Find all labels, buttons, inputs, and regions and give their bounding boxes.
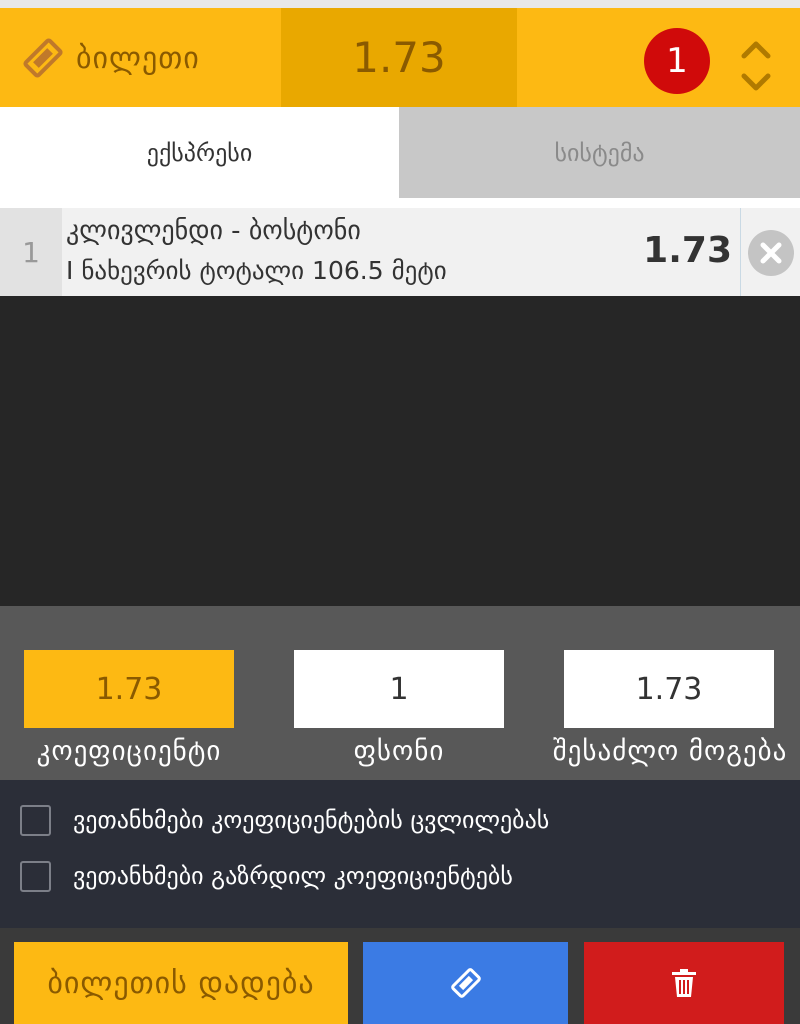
stake-panel: 1.73 1 1.73 კოეფიციენტი ფსონი შესაძლო მო… xyxy=(0,606,800,780)
tab-express[interactable]: ექსპრესი xyxy=(0,107,399,198)
possible-win-label: შესაძლო მოგება xyxy=(552,736,788,767)
ticket-icon xyxy=(450,968,481,998)
bet-count-badge: 1 xyxy=(644,28,710,94)
tabs-spacer xyxy=(0,198,800,208)
coefficient-label: კოეფიციენტი xyxy=(36,736,222,767)
total-odds: 1.73 xyxy=(281,8,517,107)
ticket-icon xyxy=(23,38,63,78)
bet-market: I ნახევრის ტოტალი 106.5 მეტი xyxy=(66,256,447,285)
place-bet-button[interactable]: ბილეთის დადება xyxy=(14,942,348,1024)
close-circle-icon[interactable] xyxy=(748,230,794,276)
bet-odds: 1.73 xyxy=(643,230,732,271)
total-odds-value: 1.73 xyxy=(352,33,446,82)
bet-options: ვეთანხმები კოეფიციენტების ცვლილებას ვეთა… xyxy=(0,780,800,928)
chevron-up-down-icon[interactable] xyxy=(738,38,774,94)
bet-item: 1 კლივლენდი - ბოსტონი I ნახევრის ტოტალი … xyxy=(0,208,800,296)
stake-amount-label: ფსონი xyxy=(353,736,445,767)
bet-index: 1 xyxy=(0,208,62,296)
betslip-header[interactable]: ბილეთი 1.73 1 xyxy=(0,8,800,107)
betslip-title-label: ბილეთი xyxy=(76,40,200,76)
accept-boosted-odds-label: ვეთანხმები გაზრდილ კოეფიციენტებს xyxy=(73,862,513,890)
bet-match: კლივლენდი - ბოსტონი xyxy=(66,216,361,246)
top-strip xyxy=(0,0,800,8)
accept-boosted-odds-option[interactable]: ვეთანხმები გაზრდილ კოეფიციენტებს xyxy=(20,860,513,892)
accept-odds-change-checkbox[interactable] xyxy=(20,804,51,836)
bet-type-tabs: ექსპრესი სისტემა xyxy=(0,107,800,198)
stake-amount-input[interactable]: 1 xyxy=(294,650,504,728)
accept-odds-change-option[interactable]: ვეთანხმები კოეფიციენტების ცვლილებას xyxy=(20,804,549,836)
bet-divider xyxy=(740,208,741,296)
share-ticket-button[interactable] xyxy=(363,942,568,1024)
betslip-empty-area xyxy=(0,296,800,606)
tab-system[interactable]: სისტემა xyxy=(399,107,800,198)
accept-odds-change-label: ვეთანხმები კოეფიციენტების ცვლილებას xyxy=(73,806,550,834)
clear-betslip-button[interactable] xyxy=(584,942,784,1024)
betslip-title: ბილეთი xyxy=(20,36,200,80)
accept-boosted-odds-checkbox[interactable] xyxy=(20,860,51,892)
coefficient-field: 1.73 xyxy=(24,650,234,728)
possible-win-field: 1.73 xyxy=(564,650,774,728)
trash-icon xyxy=(672,969,696,997)
